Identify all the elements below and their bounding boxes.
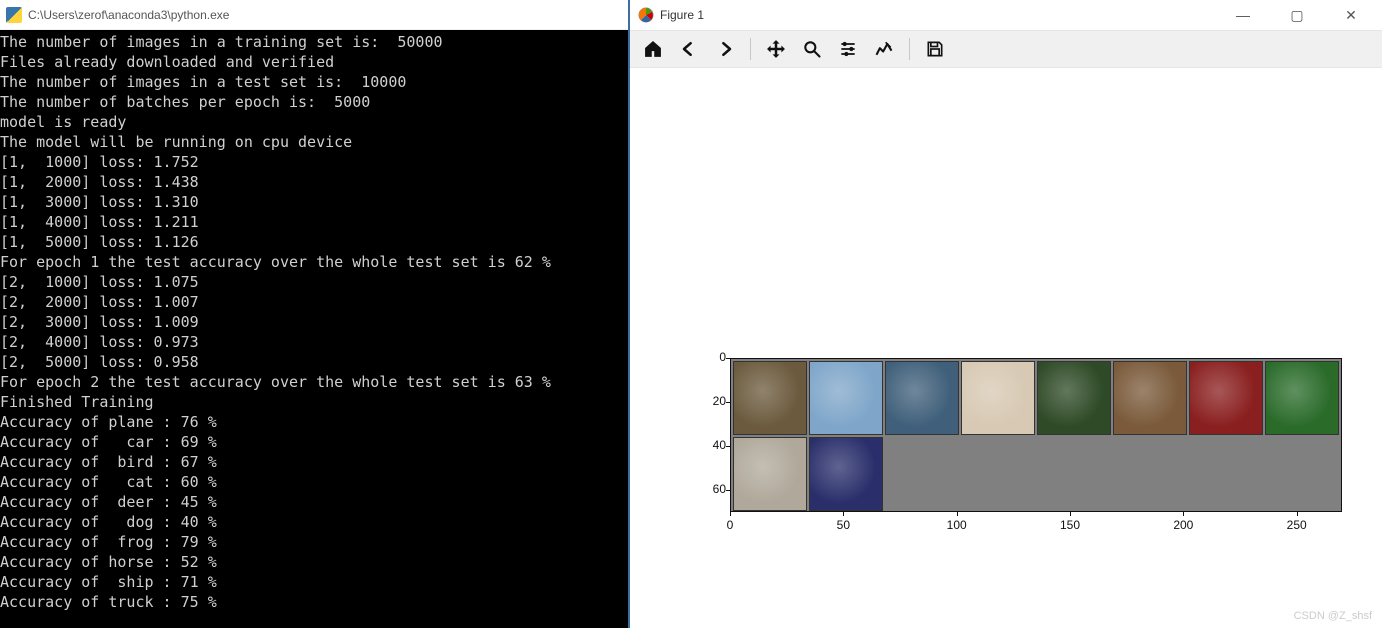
image-thumbnail: [809, 361, 883, 435]
edit-icon: [874, 39, 894, 59]
image-thumbnail: [733, 437, 807, 511]
configure-icon: [838, 39, 858, 59]
ytick-label: 20: [696, 394, 726, 408]
minimize-button[interactable]: —: [1228, 7, 1258, 24]
xtick-label: 100: [937, 518, 977, 532]
xtick-label: 150: [1050, 518, 1090, 532]
zoom-icon: [802, 39, 822, 59]
figure-title: Figure 1: [660, 8, 704, 22]
matplotlib-icon: [638, 7, 654, 23]
image-thumbnail: [1189, 361, 1263, 435]
save-icon: [925, 39, 945, 59]
image-thumbnail: [961, 361, 1035, 435]
watermark: CSDN @Z_shsf: [1294, 610, 1372, 622]
home-icon: [643, 39, 663, 59]
xtick-label: 0: [710, 518, 750, 532]
image-thumbnail: [885, 361, 959, 435]
home-button[interactable]: [638, 34, 668, 64]
console-window: C:\Users\zerof\anaconda3\python.exe The …: [0, 0, 628, 628]
image-thumbnail: [809, 437, 883, 511]
forward-button[interactable]: [710, 34, 740, 64]
ytick-label: 40: [696, 438, 726, 452]
image-thumbnail: [1037, 361, 1111, 435]
console-output: The number of images in a training set i…: [0, 30, 628, 628]
toolbar-separator: [909, 38, 910, 60]
back-icon: [679, 39, 699, 59]
pan-button[interactable]: [761, 34, 791, 64]
close-button[interactable]: ✕: [1336, 7, 1366, 24]
back-button[interactable]: [674, 34, 704, 64]
console-titlebar: C:\Users\zerof\anaconda3\python.exe: [0, 0, 628, 30]
figure-canvas[interactable]: 0204060050100150200250 CSDN @Z_shsf: [630, 68, 1382, 628]
xtick-label: 200: [1163, 518, 1203, 532]
ytick-label: 0: [696, 350, 726, 364]
plot-image: [730, 358, 1342, 512]
console-title: C:\Users\zerof\anaconda3\python.exe: [28, 8, 229, 22]
figure-toolbar: [630, 30, 1382, 68]
pan-icon: [766, 39, 786, 59]
zoom-button[interactable]: [797, 34, 827, 64]
window-controls: — ▢ ✕: [1228, 7, 1374, 24]
image-thumbnail: [733, 361, 807, 435]
ytick-label: 60: [696, 482, 726, 496]
forward-icon: [715, 39, 735, 59]
xtick-label: 250: [1277, 518, 1317, 532]
figure-titlebar: Figure 1 — ▢ ✕: [630, 0, 1382, 30]
plot-axes: 0204060050100150200250: [730, 358, 1342, 526]
figure-window: Figure 1 — ▢ ✕: [628, 0, 1382, 628]
python-icon: [6, 7, 22, 23]
image-thumbnail: [1265, 361, 1339, 435]
configure-button[interactable]: [833, 34, 863, 64]
toolbar-separator: [750, 38, 751, 60]
edit-button[interactable]: [869, 34, 899, 64]
xtick-label: 50: [823, 518, 863, 532]
save-button[interactable]: [920, 34, 950, 64]
image-thumbnail: [1113, 361, 1187, 435]
maximize-button[interactable]: ▢: [1282, 7, 1312, 24]
